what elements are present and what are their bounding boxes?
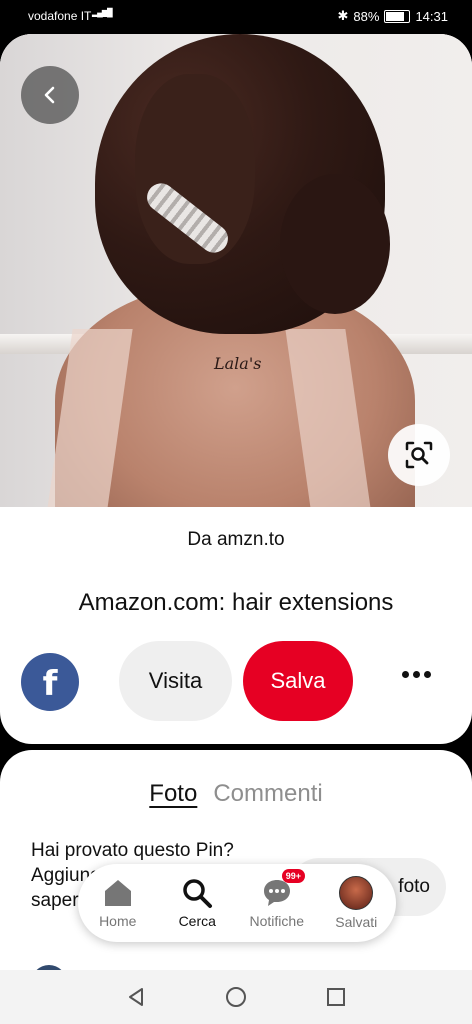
nav-notifications[interactable]: 99+ Notifiche: [242, 869, 312, 929]
home-circle-icon[interactable]: [225, 986, 247, 1008]
tab-bar: Foto Commenti: [0, 780, 472, 808]
pin-title: Amazon.com: hair extensions: [78, 589, 394, 616]
status-bar: vodafone IT ▂▄▆█ ✱ 88% 14:31: [0, 0, 472, 34]
pin-actions: f Visita Salva: [0, 641, 472, 721]
nav-saved[interactable]: Salvati: [321, 876, 391, 930]
bluetooth-icon: ✱: [337, 8, 349, 23]
back-triangle-icon[interactable]: [125, 986, 147, 1008]
lens-icon: [405, 441, 433, 469]
search-icon: [183, 879, 213, 908]
tab-foto[interactable]: Foto: [149, 780, 197, 808]
nav-home[interactable]: Home: [83, 877, 153, 929]
facebook-share-button[interactable]: f: [21, 653, 79, 711]
nav-search[interactable]: Cerca: [162, 877, 232, 929]
visual-search-button[interactable]: [388, 424, 450, 486]
more-dots-icon[interactable]: [402, 671, 431, 678]
visit-button[interactable]: Visita: [119, 641, 232, 721]
bottom-nav: Home Cerca 99+ Notifiche Salvati: [78, 864, 396, 942]
system-nav-bar: [0, 970, 472, 1024]
carrier-label: vodafone IT: [28, 9, 92, 23]
back-button[interactable]: [21, 66, 79, 124]
facebook-icon: f: [42, 664, 58, 704]
tattoo-text: Lala's: [214, 354, 262, 373]
chevron-left-icon: [44, 86, 55, 104]
notification-badge: 99+: [281, 869, 306, 883]
avatar: [339, 876, 374, 910]
pin-source[interactable]: Da amzn.to: [0, 529, 472, 551]
recents-square-icon[interactable]: [325, 986, 347, 1008]
pin-card: Lala's Da amzn.to Amazon.com: hair exten…: [0, 34, 472, 744]
battery-percent: 88%: [353, 8, 380, 24]
signal-icon: ▂▄▆█: [92, 8, 113, 17]
save-button[interactable]: Salva: [243, 641, 353, 721]
status-right: ✱ 88% 14:31: [338, 8, 448, 24]
home-icon: [104, 880, 131, 906]
tab-commenti[interactable]: Commenti: [213, 780, 322, 808]
battery-icon: [384, 9, 411, 23]
source-domain[interactable]: amzn.to: [217, 529, 285, 550]
clock: 14:31: [415, 8, 448, 24]
